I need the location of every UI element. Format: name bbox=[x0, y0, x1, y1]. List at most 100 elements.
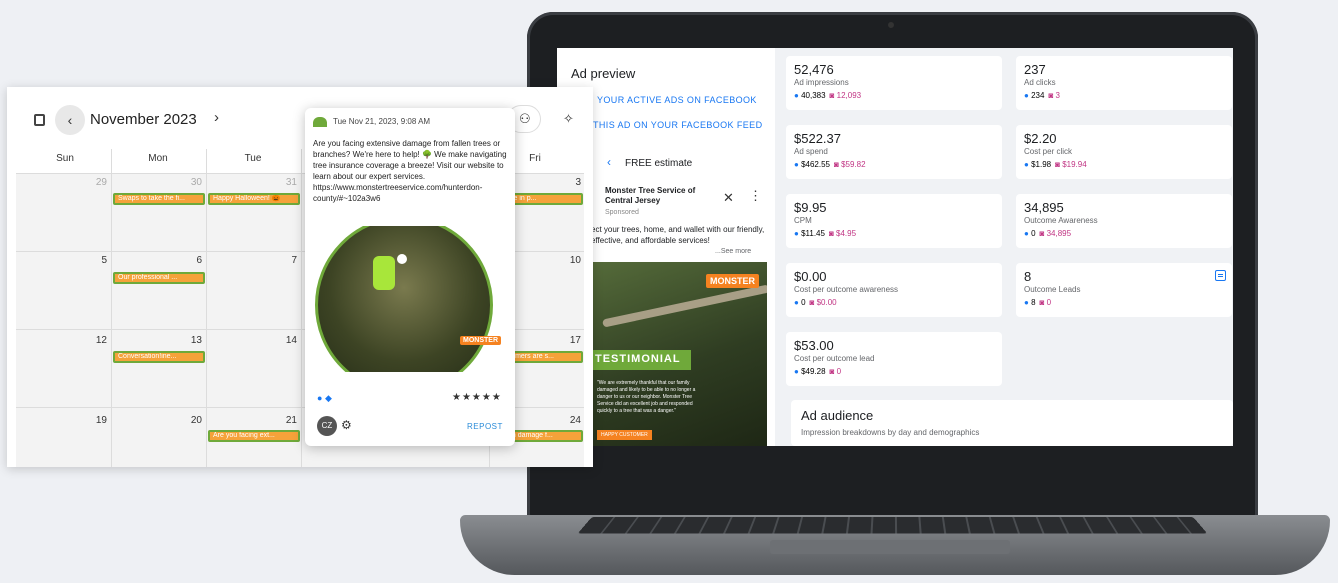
monster-logo: MONSTER bbox=[460, 336, 501, 345]
metric-ig-value: 0 bbox=[1046, 298, 1052, 307]
day-number[interactable]: 6 bbox=[122, 255, 202, 266]
instagram-icon: ◙ bbox=[834, 160, 839, 169]
calendar-post[interactable]: Happy Halloween! 🎃 bbox=[208, 193, 300, 205]
chevron-left-icon[interactable]: ‹ bbox=[607, 155, 611, 169]
ad-image[interactable]: MONSTER TESTIMONIAL "We are extremely th… bbox=[591, 262, 767, 446]
see-more-link[interactable]: ...See more bbox=[715, 248, 751, 255]
active-ads-link[interactable]: YOUR ACTIVE ADS ON FACEBOOK bbox=[597, 95, 757, 105]
metric-cost-per-outcome-lead: $53.00 Cost per outcome lead ● $49.28 ◙ 0 bbox=[786, 332, 1002, 386]
facebook-icon: ● bbox=[794, 367, 799, 376]
metric-fb-value: 0 bbox=[801, 298, 806, 307]
metric-outcome-leads: 8 Outcome Leads ● 8 ◙ 0 bbox=[1016, 263, 1232, 317]
export-sheet-icon[interactable] bbox=[1215, 270, 1226, 281]
monster-logo: MONSTER bbox=[706, 274, 759, 288]
day-number[interactable]: 19 bbox=[27, 415, 107, 426]
metric-fb-value: $11.45 bbox=[801, 229, 825, 238]
facebook-icon: ● bbox=[794, 298, 799, 307]
instagram-icon: ◙ bbox=[828, 229, 834, 238]
more-options-icon[interactable]: ⋮ bbox=[749, 188, 762, 204]
calendar-post[interactable]: Conversation!ine... bbox=[113, 351, 205, 363]
metric-fb-value: $462.55 bbox=[801, 160, 830, 169]
day-number[interactable]: 20 bbox=[122, 415, 202, 426]
close-icon[interactable]: ✕ bbox=[723, 190, 734, 206]
calendar-icon[interactable] bbox=[34, 114, 45, 126]
arborist-figure bbox=[373, 256, 395, 290]
sponsored-label: Sponsored bbox=[605, 209, 639, 216]
grid-line bbox=[206, 149, 207, 467]
facebook-ad-card: Monster Tree Service of Central Jersey S… bbox=[591, 178, 767, 446]
testimonial-banner: TESTIMONIAL bbox=[591, 350, 691, 370]
metric-label: Ad spend bbox=[794, 147, 828, 156]
repost-button[interactable]: REPOST bbox=[467, 422, 503, 431]
ad-audience-title: Ad audience bbox=[801, 408, 874, 423]
calendar-post[interactable]: Are you facing ext... bbox=[208, 430, 300, 442]
metric-value: 237 bbox=[1024, 62, 1046, 77]
avatar[interactable]: CZ bbox=[317, 416, 337, 436]
calendar-post[interactable]: Swaps to take the fi... bbox=[113, 193, 205, 205]
metric-value: 52,476 bbox=[794, 62, 834, 77]
helmet-shape bbox=[397, 254, 407, 264]
users-icon[interactable]: ⚇ bbox=[519, 111, 531, 127]
day-number[interactable]: 13 bbox=[122, 335, 202, 346]
metric-fb-value: $49.28 bbox=[801, 367, 826, 376]
weekday-tue: Tue bbox=[244, 153, 262, 164]
ad-audience-subtitle: Impression breakdowns by day and demogra… bbox=[801, 428, 980, 437]
metric-fb-value: 234 bbox=[1031, 91, 1045, 100]
metric-label: CPM bbox=[794, 216, 812, 225]
day-number[interactable]: 7 bbox=[217, 255, 297, 266]
metric-ig-value: $19.94 bbox=[1062, 160, 1087, 169]
day-number[interactable]: 21 bbox=[217, 415, 297, 426]
post-timestamp: Tue Nov 21, 2023, 9:08 AM bbox=[333, 117, 431, 126]
metric-ig-value: $59.82 bbox=[841, 160, 866, 169]
instagram-icon: ◙ bbox=[1048, 91, 1054, 100]
rating-stars: ★★★★★ bbox=[452, 392, 502, 403]
laptop-keyboard bbox=[577, 516, 1208, 534]
metric-label: Cost per outcome lead bbox=[794, 354, 875, 363]
tree-branch-graphic bbox=[602, 284, 767, 328]
prev-month-button[interactable]: ‹ bbox=[55, 105, 85, 135]
ad-brand-name[interactable]: Monster Tree Service of Central Jersey bbox=[605, 186, 715, 206]
day-number[interactable]: 30 bbox=[122, 177, 202, 188]
next-month-button[interactable]: › bbox=[214, 109, 219, 126]
metric-fb-value: 40,383 bbox=[801, 91, 826, 100]
instagram-icon: ◙ bbox=[1055, 160, 1060, 169]
ad-copy: ect your trees, home, and wallet with ou… bbox=[591, 225, 765, 245]
day-number[interactable]: 12 bbox=[27, 335, 107, 346]
page-avatar-icon bbox=[313, 117, 327, 127]
facebook-icon: ● bbox=[317, 393, 323, 403]
ad-audience-section: Ad audience Impression breakdowns by day… bbox=[791, 400, 1233, 446]
laptop-screen: Ad preview YOUR ACTIVE ADS ON FACEBOOK T… bbox=[557, 48, 1233, 446]
metric-label: Outcome Awareness bbox=[1024, 216, 1098, 225]
metric-label: Outcome Leads bbox=[1024, 285, 1081, 294]
day-number[interactable]: 14 bbox=[217, 335, 297, 346]
facebook-icon: ● bbox=[1024, 91, 1029, 100]
metric-ad-spend: $522.37 Ad spend ● $462.55 ◙ $59.82 bbox=[786, 125, 1002, 179]
google-business-icon: ◆ bbox=[324, 393, 332, 403]
metric-value: 8 bbox=[1024, 269, 1032, 284]
metric-outcome-awareness: 34,895 Outcome Awareness ● 0 ◙ 34,895 bbox=[1016, 194, 1232, 248]
metric-fb-value: $1.98 bbox=[1031, 160, 1052, 169]
day-number[interactable]: 31 bbox=[217, 177, 297, 188]
weekday-sun: Sun bbox=[56, 153, 74, 164]
day-number[interactable]: 29 bbox=[27, 177, 107, 188]
arborist-photo bbox=[315, 226, 493, 372]
metric-ad-clicks: 237 Ad clicks ● 234 ◙ 3 bbox=[1016, 56, 1232, 110]
metric-fb-value: 8 bbox=[1031, 298, 1036, 307]
feed-ad-link[interactable]: THIS AD ON YOUR FACEBOOK FEED bbox=[593, 120, 762, 130]
facebook-icon: ● bbox=[794, 160, 799, 169]
metric-value: $9.95 bbox=[794, 200, 827, 215]
metric-label: Cost per outcome awareness bbox=[794, 285, 899, 294]
instagram-icon: ◙ bbox=[1039, 229, 1045, 238]
facebook-icon: ● bbox=[794, 91, 799, 100]
day-number[interactable]: 5 bbox=[27, 255, 107, 266]
post-image[interactable]: MONSTER bbox=[315, 226, 507, 372]
post-preview-popup: Tue Nov 21, 2023, 9:08 AM Are you facing… bbox=[305, 108, 515, 446]
laptop-trackpad bbox=[770, 540, 1010, 554]
grid-line bbox=[111, 149, 112, 467]
magic-wand-icon[interactable]: ✧ bbox=[563, 111, 574, 127]
happy-customer-tag: HAPPY CUSTOMER bbox=[597, 430, 652, 440]
metric-ig-value: 12,093 bbox=[836, 91, 862, 100]
calendar-post[interactable]: Our professional ... bbox=[113, 272, 205, 284]
gear-icon[interactable]: ⚙ bbox=[341, 418, 352, 432]
laptop-camera bbox=[888, 22, 894, 28]
